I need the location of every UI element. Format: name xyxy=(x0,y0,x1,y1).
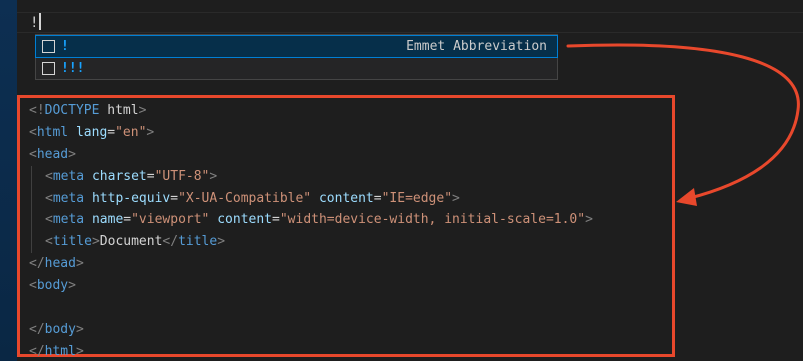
code-token: "viewport" xyxy=(131,212,210,228)
code-line: </body> xyxy=(29,319,593,341)
indent-guide xyxy=(31,231,45,254)
code-token: meta xyxy=(52,190,85,206)
code-token: > xyxy=(209,168,218,184)
code-token: body xyxy=(44,321,76,337)
code-token: charset xyxy=(91,168,147,184)
code-token: < xyxy=(29,278,37,294)
code-token: = xyxy=(107,124,116,140)
code-line: <meta name="viewport" content="width=dev… xyxy=(29,209,593,232)
suggestion-widget[interactable]: ! Emmet Abbreviation !!! xyxy=(35,34,558,80)
text-cursor xyxy=(39,13,42,30)
code-token: "IE=edge" xyxy=(381,190,453,206)
code-token: = xyxy=(146,168,155,184)
code-token: "X-UA-Compatible" xyxy=(178,190,312,206)
code-token: < xyxy=(45,212,53,228)
code-token: < xyxy=(45,234,53,250)
code-line: </html> xyxy=(29,341,593,361)
code-token: > xyxy=(75,343,84,359)
code-token: = xyxy=(123,212,132,228)
code-token: content xyxy=(217,212,273,228)
code-token: > xyxy=(138,103,147,118)
suggestion-item[interactable]: ! Emmet Abbreviation xyxy=(35,35,558,58)
code-token: = xyxy=(373,190,382,206)
code-token: < xyxy=(45,190,53,206)
editor-input-line[interactable]: ! xyxy=(30,13,42,33)
code-token: head xyxy=(44,256,76,272)
code-token: content xyxy=(318,190,374,206)
code-token: </ xyxy=(29,343,45,359)
code-token: </ xyxy=(29,321,45,337)
code-token: html xyxy=(99,103,139,118)
indent-guide xyxy=(31,165,45,188)
code-token: http-equiv xyxy=(91,190,171,206)
code-line: <head> xyxy=(29,144,593,166)
code-token: "UTF-8" xyxy=(154,168,210,184)
snippet-icon xyxy=(42,62,55,75)
code-token: < xyxy=(29,146,37,162)
code-token: > xyxy=(585,212,593,228)
code-token: = xyxy=(170,190,179,206)
code-token: html xyxy=(36,124,69,140)
code-token: <! xyxy=(29,103,45,118)
code-token: meta xyxy=(52,212,85,228)
code-token: > xyxy=(146,124,155,140)
code-token: body xyxy=(36,278,69,294)
code-token: Document xyxy=(99,234,163,250)
suggestion-item[interactable]: !!! xyxy=(36,58,557,79)
code-line: <html lang="en"> xyxy=(29,122,593,144)
code-token: = xyxy=(272,212,280,228)
indent-guide xyxy=(31,187,45,210)
suggestion-label: !!! xyxy=(61,61,85,76)
code-line: <title>Document</title> xyxy=(29,231,593,254)
code-token: lang xyxy=(75,124,108,140)
code-token: html xyxy=(44,343,76,359)
code-token: > xyxy=(75,321,84,337)
code-token: > xyxy=(91,234,100,250)
code-token: DOCTYPE xyxy=(44,103,100,118)
code-line: <!DOCTYPE html> xyxy=(29,100,593,122)
code-token: meta xyxy=(52,168,85,184)
code-line: <meta charset="UTF-8"> xyxy=(29,165,593,188)
snippet-icon xyxy=(42,40,55,53)
code-token: > xyxy=(452,190,460,206)
code-token: title xyxy=(52,234,92,250)
code-token: < xyxy=(29,124,37,140)
current-line-highlight xyxy=(17,12,803,33)
code-token: "en" xyxy=(115,124,147,140)
code-token: title xyxy=(178,234,218,250)
code-token: </ xyxy=(29,256,45,272)
typed-abbreviation: ! xyxy=(30,15,39,31)
code-token: > xyxy=(217,234,226,250)
code-token: < xyxy=(45,168,53,184)
code-token: </ xyxy=(162,234,179,250)
code-token: name xyxy=(91,212,124,228)
code-token: > xyxy=(68,278,76,294)
code-token: > xyxy=(75,256,84,272)
code-token: > xyxy=(68,146,76,162)
suggestion-detail: Emmet Abbreviation xyxy=(406,39,547,54)
generated-code: <!DOCTYPE html> <html lang="en"> <head> <me… xyxy=(29,100,593,361)
code-token: head xyxy=(36,146,69,162)
indent-guide xyxy=(31,209,45,232)
suggestion-label: ! xyxy=(61,39,69,54)
code-line: <body> xyxy=(29,275,593,297)
code-line: </head> xyxy=(29,253,593,275)
code-line: <meta http-equiv="X-UA-Compatible" conte… xyxy=(29,187,593,210)
code-token: "width=device-width, initial-scale=1.0" xyxy=(279,212,586,228)
